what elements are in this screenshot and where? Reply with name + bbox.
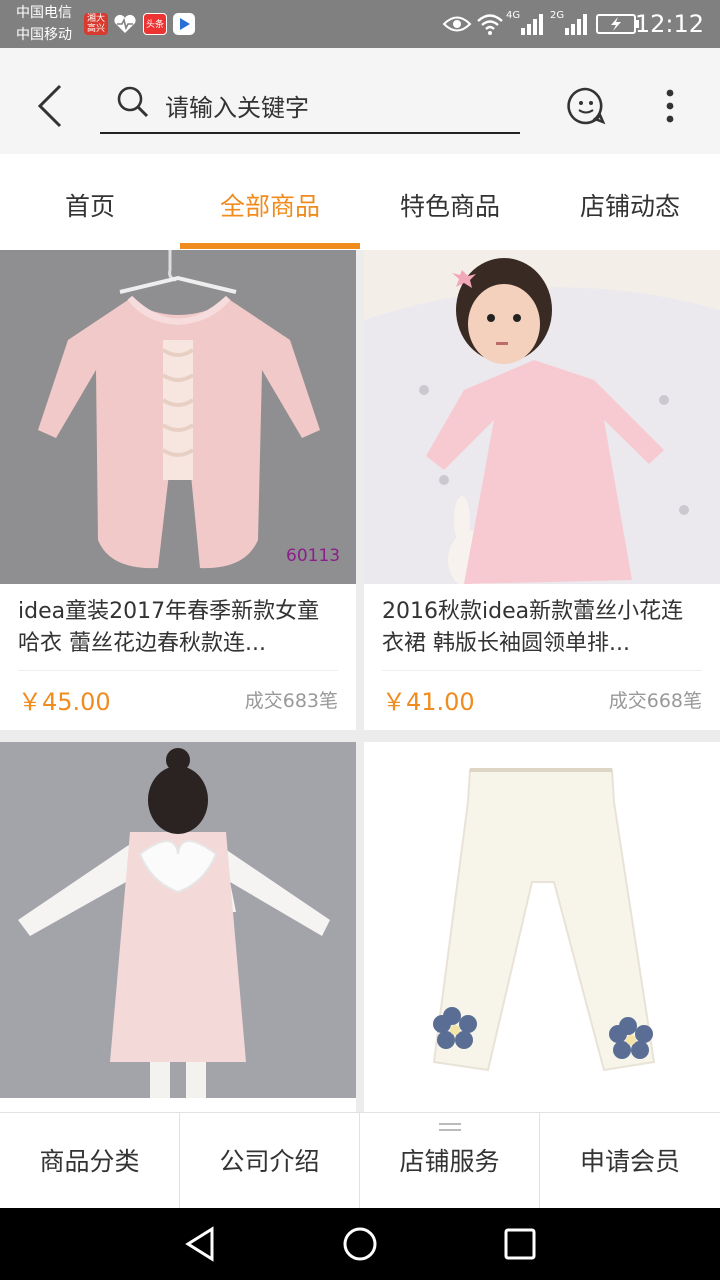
clock: 12:12	[634, 10, 704, 38]
product-sales-count: 成交683笔	[244, 690, 338, 712]
product-image[interactable]	[364, 742, 720, 1098]
status-bar: 中国电信 中国移动 湘大 高兴 头条 4G 2G 12:12	[0, 0, 720, 48]
carrier-primary: 中国电信	[16, 5, 72, 21]
chat-bubble-icon[interactable]	[566, 86, 606, 126]
tab-all-products[interactable]: 全部商品	[180, 154, 360, 250]
menu-apply-membership[interactable]: 申请会员	[540, 1113, 720, 1209]
product-price: ￥45.00	[18, 688, 111, 716]
product-title[interactable]: idea童装2017年春季新款女童哈衣 蕾丝花边春秋款连...	[18, 596, 340, 660]
network-type-2: 2G	[550, 10, 565, 21]
product-card[interactable]: 2016秋款idea新款蕾丝小花连衣裙 韩版长袖圆领单排... ￥41.00 成…	[364, 250, 720, 730]
toutiao-app-icon: 头条	[143, 13, 167, 35]
search-bar[interactable]: 请输入关键字	[100, 78, 520, 134]
carrier-secondary: 中国移动	[16, 27, 72, 43]
signal-icon-2	[565, 14, 587, 35]
health-heart-icon	[114, 14, 136, 33]
divider	[382, 670, 702, 671]
system-navigation-bar	[0, 1208, 720, 1280]
video-app-icon	[173, 13, 195, 35]
product-card[interactable]	[364, 742, 720, 1112]
back-arrow-icon[interactable]	[36, 84, 66, 128]
product-card[interactable]	[0, 742, 356, 1112]
product-title[interactable]: 2016秋款idea新款蕾丝小花连衣裙 韩版长袖圆领单排...	[382, 596, 704, 660]
menu-product-categories[interactable]: 商品分类	[0, 1113, 180, 1209]
search-input[interactable]: 请输入关键字	[165, 88, 309, 123]
product-sales-count: 成交668笔	[608, 690, 702, 712]
divider	[18, 670, 338, 671]
active-tab-indicator	[180, 243, 360, 249]
product-image[interactable]	[0, 742, 356, 1098]
search-icon	[117, 86, 149, 118]
tab-bar: 首页 全部商品 特色商品 店铺动态	[0, 154, 720, 250]
product-image[interactable]: 60113	[0, 250, 356, 584]
more-options-icon[interactable]	[664, 88, 676, 124]
nav-recents-icon[interactable]	[504, 1228, 536, 1260]
nav-back-icon[interactable]	[184, 1226, 216, 1262]
menu-store-services[interactable]: 店铺服务	[360, 1113, 540, 1209]
product-code: 60113	[286, 546, 341, 566]
tab-home[interactable]: 首页	[0, 154, 180, 250]
product-price: ￥41.00	[382, 688, 475, 716]
header-bar: 请输入关键字	[0, 48, 720, 154]
product-image[interactable]	[364, 250, 720, 584]
news-app-icon: 湘大 高兴	[84, 13, 108, 35]
product-card[interactable]: 60113 idea童装2017年春季新款女童哈衣 蕾丝花边春秋款连... ￥4…	[0, 250, 356, 730]
bottom-menu: 商品分类 公司介绍 店铺服务 申请会员	[0, 1112, 720, 1209]
tab-featured-products[interactable]: 特色商品	[360, 154, 540, 250]
menu-company-intro[interactable]: 公司介绍	[180, 1113, 360, 1209]
tab-store-news[interactable]: 店铺动态	[540, 154, 720, 250]
signal-icon	[521, 14, 543, 35]
network-type-1: 4G	[506, 10, 521, 21]
eye-comfort-icon	[442, 16, 472, 32]
nav-home-icon[interactable]	[342, 1226, 378, 1262]
battery-icon	[596, 14, 639, 34]
wifi-icon	[477, 14, 503, 35]
